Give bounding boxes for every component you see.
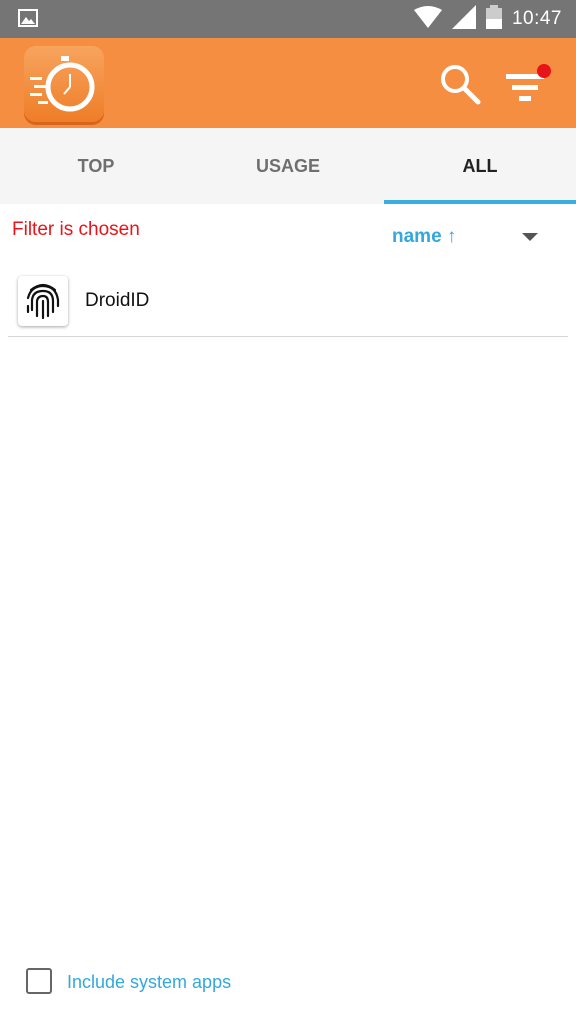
system-apps-checkbox[interactable] [26,968,52,994]
signal-icon [451,4,476,34]
app-name: DroidID [85,290,150,311]
stopwatch-icon [24,46,104,122]
tab-all[interactable]: ALL [384,128,576,204]
include-system-apps-option[interactable]: Include system apps [26,967,326,999]
filter-status-text: Filter is chosen [12,219,140,240]
tab-usage[interactable]: USAGE [192,128,384,204]
sort-dropdown[interactable]: name ↑ [384,218,564,258]
sort-label: name ↑ [392,226,457,247]
wifi-icon [413,5,442,33]
list-item[interactable]: DroidID [8,270,568,337]
image-notification-icon [18,9,38,32]
search-icon[interactable] [438,62,484,108]
status-time: 10:47 [511,8,562,29]
status-bar: 10:47 [0,0,576,38]
fingerprint-icon [18,276,68,326]
system-apps-label[interactable]: Include system apps [67,972,231,993]
app-bar [0,38,576,128]
dropdown-caret-icon [522,233,538,241]
battery-icon [485,4,502,34]
filter-icon[interactable] [500,60,556,110]
tab-top[interactable]: TOP [0,128,192,204]
tab-bar: TOP USAGE ALL [0,128,576,204]
